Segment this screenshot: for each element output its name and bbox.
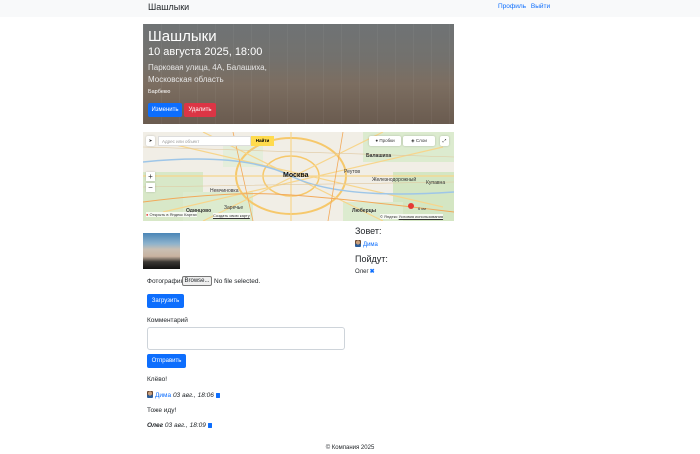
map-label-nemchinovka: Немчиновка [210, 188, 239, 194]
event-photo-thumbnail[interactable] [143, 233, 180, 269]
map-label-reutov: Реутов [344, 169, 361, 175]
map-create-link[interactable]: Создать свою карту [213, 213, 250, 218]
map-label-moscow: Москва [283, 172, 309, 179]
nav-links: Профиль Выйти [498, 3, 553, 10]
avatar [355, 240, 361, 247]
comment-date: 03 авг., 18:06 [172, 392, 214, 399]
upload-button[interactable]: Загрузить [147, 294, 184, 308]
map-copyright-text: © Яндекс [380, 214, 398, 219]
traffic-label: Пробки [379, 138, 395, 143]
edit-button[interactable]: Изменить [148, 103, 182, 117]
layers-label: Слои [415, 138, 427, 143]
avatar [147, 391, 153, 398]
map-open-in-yandex-link[interactable]: ● Открыть в Яндекс Картах [146, 212, 197, 217]
comment-meta: Олег 03 авг., 18:09 [147, 422, 212, 429]
map-zoom-in-button[interactable]: + [146, 172, 155, 181]
layers-icon: ◈ [411, 138, 415, 143]
comment-text: Тоже иду! [147, 407, 177, 414]
map-traffic-button[interactable]: ● Пробки [369, 136, 401, 146]
comment-label: Комментарий [147, 317, 188, 324]
comment-author-link[interactable]: Дима [155, 392, 171, 399]
host-item: Дима [355, 240, 378, 248]
map-open-label: Открыть в Яндекс Картах [149, 212, 197, 217]
comment-date: 03 авг., 18:09 [164, 422, 206, 429]
delete-comment-icon[interactable] [207, 423, 212, 428]
photo-label: Фотография [147, 278, 185, 285]
map-geolocate-icon[interactable]: ➤ [146, 136, 155, 146]
map-scale: 6 км [418, 206, 426, 211]
event-tag: Барбекю [148, 89, 171, 95]
remove-attendee-icon[interactable]: ✖ [370, 269, 375, 275]
map-fullscreen-icon[interactable]: ⤢ [440, 136, 449, 146]
comment-text: Клёво! [147, 376, 167, 383]
map-pin-icon: ● [146, 212, 149, 217]
host-title: Зовет: [355, 226, 382, 236]
attendees-title: Пойдут: [355, 254, 388, 264]
map-terms-link[interactable]: Условия использования [399, 214, 443, 219]
map-label-lyubertsy: Люберцы [352, 208, 376, 214]
profile-link[interactable]: Профиль [498, 3, 526, 10]
comment-author: Олег [147, 422, 164, 429]
attendee-item: Олег✖ [355, 268, 375, 275]
comment-meta: Дима 03 авг., 18:06 [147, 391, 220, 399]
footer-copyright: © Компания 2025 [325, 445, 375, 451]
navbar: Шашлыки Профиль Выйти [0, 0, 700, 17]
event-title: Шашлыки [148, 28, 217, 45]
map-label-balashikha: Балашиха [366, 153, 392, 159]
event-address: Парковая улица, 4А, Балашиха, Московская… [148, 63, 267, 84]
map-search-input[interactable]: Адрес или объект [158, 136, 251, 146]
send-comment-button[interactable]: Отправить [147, 354, 186, 368]
map-label-zarechye: Заречье [224, 205, 244, 211]
traffic-icon: ● [375, 138, 379, 143]
delete-comment-icon[interactable] [215, 393, 220, 398]
comment-textarea[interactable] [147, 327, 345, 350]
map-zoom-out-button[interactable]: − [146, 183, 155, 192]
file-browse-button[interactable]: Browse... [182, 276, 212, 286]
map-label-zheleznodorozhny: Железнодорожный [372, 177, 417, 183]
map-label-kupavna: Купавна [426, 180, 446, 186]
map-copyright: © Яндекс Условия использования [380, 214, 444, 219]
delete-button[interactable]: Удалить [184, 103, 216, 117]
event-datetime: 10 августа 2025, 18:00 [148, 46, 263, 58]
file-status: No file selected. [214, 278, 261, 285]
map-search-button[interactable]: Найти [251, 136, 274, 146]
brand-link[interactable]: Шашлыки [148, 2, 189, 12]
attendee-name: Олег [355, 269, 369, 275]
map-layers-button[interactable]: ◈ Слои [403, 136, 435, 146]
host-link[interactable]: Дима [363, 242, 378, 248]
logout-link[interactable]: Выйти [531, 3, 550, 10]
